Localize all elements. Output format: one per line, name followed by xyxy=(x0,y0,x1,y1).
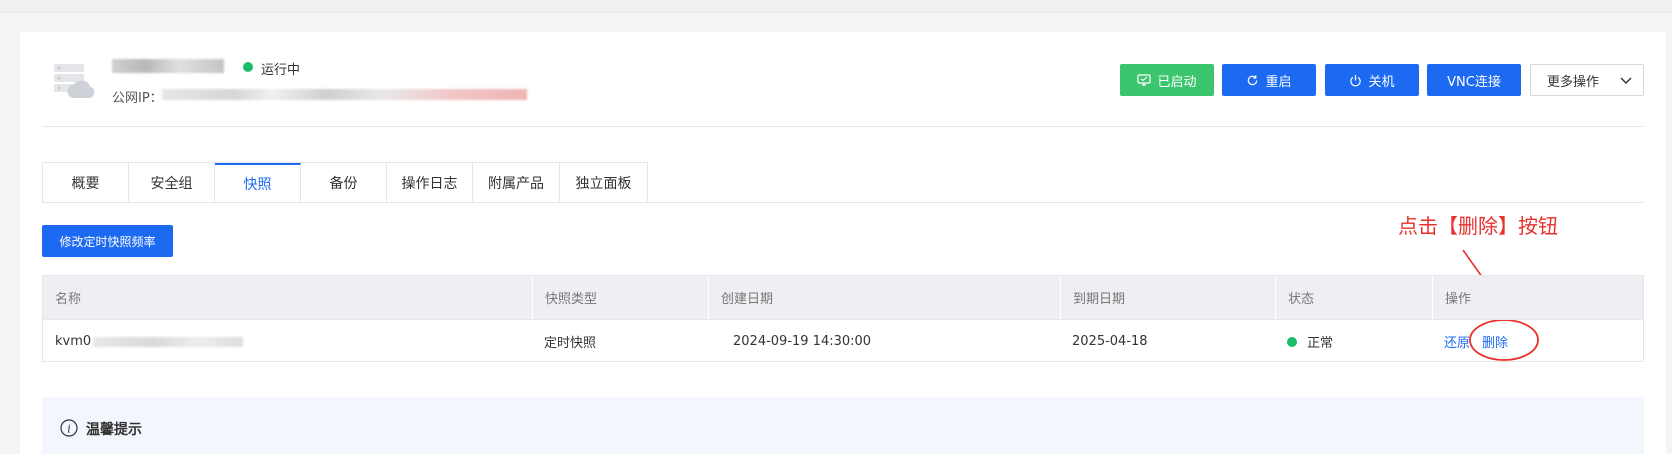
server-status-text: 运行中 xyxy=(261,63,301,78)
table-header: 名称 快照类型 创建日期 到期日期 状态 操作 xyxy=(43,276,1643,319)
tabs-baseline xyxy=(42,202,1644,203)
restore-link[interactable]: 还原 xyxy=(1444,332,1470,351)
snapshot-type-cell: 定时快照 xyxy=(544,336,597,351)
tips-title: 温馨提示 xyxy=(86,422,142,438)
public-ip-redacted xyxy=(162,89,527,100)
tab-operation-log[interactable]: 操作日志 xyxy=(387,163,473,203)
cloud-server-icon xyxy=(54,64,95,98)
reboot-button[interactable]: 重启 xyxy=(1222,64,1316,96)
normal-status-dot xyxy=(1287,336,1297,347)
snapshot-name-redacted xyxy=(93,336,244,347)
shutdown-button-label: 关机 xyxy=(1368,74,1395,90)
snapshot-actions-cell: 还原 删除 xyxy=(1432,320,1643,363)
column-header-expires: 到期日期 xyxy=(1060,276,1275,319)
power-icon xyxy=(1350,74,1362,86)
delete-link[interactable]: 删除 xyxy=(1482,332,1508,351)
tips-panel: i 温馨提示 xyxy=(42,397,1644,454)
started-button-label: 已启动 xyxy=(1157,74,1197,90)
reboot-button-label: 重启 xyxy=(1265,74,1292,90)
snapshot-status-text: 正常 xyxy=(1307,336,1334,351)
column-header-type: 快照类型 xyxy=(532,276,708,319)
more-actions-label: 更多操作 xyxy=(1547,74,1600,90)
tab-snapshot[interactable]: 快照 xyxy=(215,163,301,203)
tab-backup[interactable]: 备份 xyxy=(301,163,387,203)
snapshot-status-cell: 正常 xyxy=(1275,320,1432,363)
started-button[interactable]: 已启动 xyxy=(1120,64,1214,96)
column-header-name: 名称 xyxy=(55,292,82,307)
shutdown-button[interactable]: 关机 xyxy=(1325,64,1419,96)
info-icon: i xyxy=(60,419,78,437)
tab-bar: 概要 安全组 快照 备份 操作日志 附属产品 独立面板 xyxy=(42,162,648,203)
snapshot-expires-cell: 2025-04-18 xyxy=(1072,334,1148,349)
tab-security-group[interactable]: 安全组 xyxy=(129,163,215,203)
annotation-text: 点击【删除】按钮 xyxy=(1398,214,1558,238)
snapshot-created-cell: 2024-09-19 14:30:00 xyxy=(733,334,872,349)
snapshot-name-cell: kvm0 xyxy=(43,320,532,363)
snapshot-name-prefix: kvm0 xyxy=(55,334,92,349)
tab-attached-products[interactable]: 附属产品 xyxy=(473,163,560,203)
refresh-icon xyxy=(1248,74,1258,85)
tab-overview[interactable]: 概要 xyxy=(43,163,129,203)
vnc-connect-button[interactable]: VNC连接 xyxy=(1427,64,1521,96)
column-header-status: 状态 xyxy=(1275,276,1432,319)
public-ip-label: 公网IP： xyxy=(112,91,163,106)
snapshot-table: 名称 快照类型 创建日期 到期日期 状态 操作 kvm0 定时快照 2024-0… xyxy=(42,275,1644,362)
more-actions-dropdown[interactable]: 更多操作 xyxy=(1530,64,1644,96)
chevron-down-icon xyxy=(1620,77,1632,84)
server-name-redacted xyxy=(112,59,224,73)
svg-text:i: i xyxy=(67,423,71,436)
tab-standalone-panel[interactable]: 独立面板 xyxy=(560,163,647,203)
header-divider xyxy=(42,126,1644,127)
column-header-created: 创建日期 xyxy=(708,276,1060,319)
column-header-actions: 操作 xyxy=(1432,276,1643,319)
running-status-dot xyxy=(243,62,253,72)
table-row: kvm0 定时快照 2024-09-19 14:30:00 2025-04-18… xyxy=(43,319,1643,362)
modify-snapshot-frequency-button[interactable]: 修改定时快照频率 xyxy=(42,225,173,257)
vnc-button-label: VNC连接 xyxy=(1447,74,1501,90)
monitor-icon xyxy=(1137,74,1152,86)
top-bar xyxy=(0,0,1672,11)
